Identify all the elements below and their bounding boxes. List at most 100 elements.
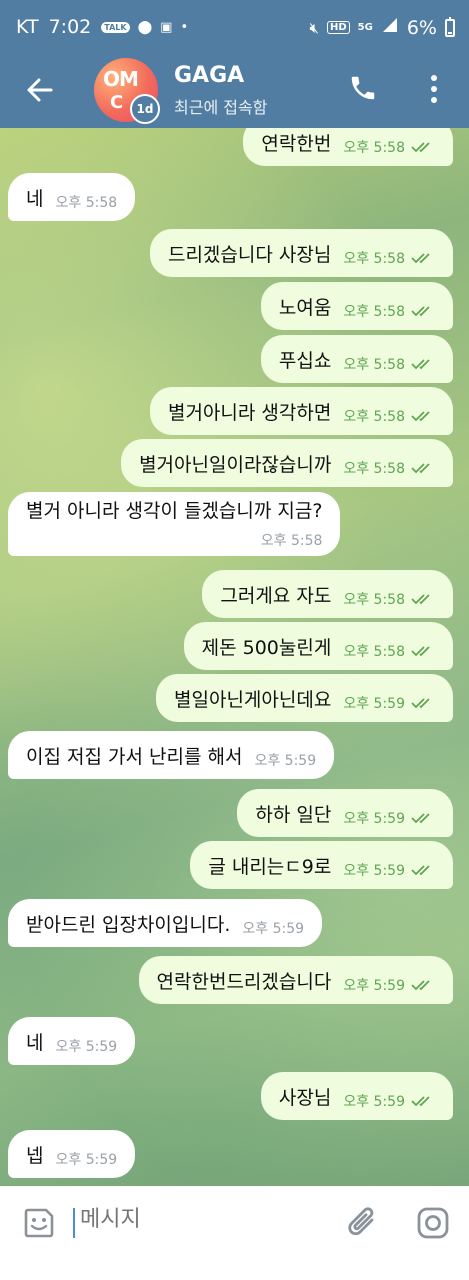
kakaotalk-notification-icon: TALK [101, 21, 130, 33]
message-text: 제돈 500눌린게 [201, 636, 332, 659]
message-text: 네 [26, 187, 44, 210]
message-text: 노여움 [278, 296, 332, 319]
message-bubble-incoming[interactable]: 이집 저집 가서 난리를 해서 오후 5:59 [8, 731, 335, 779]
message-time: 오후 5:59 [55, 1152, 118, 1168]
message-time: 오후 5:58 [343, 357, 405, 373]
message-text: 넵 [26, 1144, 44, 1167]
message-time: 오후 5:59 [55, 1039, 118, 1055]
message-text: 푸십쇼 [278, 349, 332, 372]
message-time: 오후 5:58 [343, 592, 405, 608]
composer-bar [0, 1186, 469, 1260]
message-time: 오후 5:59 [343, 696, 405, 712]
message-bubble-outgoing[interactable]: 글 내리는ㄷ9로 오후 5:59 [190, 841, 453, 889]
message-bubble-incoming[interactable]: 별거 아니라 생각이 들겠습니까 지금? 오후 5:58 [8, 492, 341, 556]
message-text: 받아드린 입장차이입니다. [26, 913, 231, 936]
message-time: 오후 5:58 [343, 251, 405, 267]
message-time: 오후 5:59 [242, 921, 305, 937]
read-checkmarks-icon [411, 698, 430, 709]
read-checkmarks-icon [411, 142, 430, 153]
message-text: 글 내리는ㄷ9로 [208, 855, 332, 878]
message-bubble-outgoing[interactable]: 그러게요 자도 오후 5:58 [202, 570, 453, 618]
paperclip-icon[interactable] [346, 1204, 380, 1242]
message-text: 연락한번드리겠습니다 [156, 970, 332, 993]
dot-icon: • [180, 19, 189, 35]
message-time: 오후 5:58 [343, 304, 405, 320]
read-checkmarks-icon [411, 594, 430, 605]
message-bubble-outgoing[interactable]: 푸십쇼 오후 5:58 [260, 335, 453, 383]
message-bubble-incoming[interactable]: 네 오후 5:58 [8, 173, 136, 221]
message-bubble-outgoing[interactable]: 별일아닌게아닌데요 오후 5:59 [156, 674, 453, 722]
carrier-label: KT [16, 16, 39, 38]
message-text: 하하 일단 [255, 803, 332, 826]
message-time: 오후 5:59 [343, 978, 405, 994]
read-checkmarks-icon [411, 980, 430, 991]
message-time: 오후 5:58 [260, 533, 323, 549]
emoji-icon[interactable] [22, 1206, 56, 1240]
message-bubble-outgoing[interactable]: 사장님 오후 5:59 [260, 1072, 453, 1120]
message-bubble-outgoing[interactable]: 드리겠습니다 사장님 오후 5:58 [149, 229, 453, 277]
message-time: 오후 5:58 [343, 140, 405, 156]
message-bubble-outgoing[interactable]: 하하 일단 오후 5:59 [237, 789, 453, 837]
message-input[interactable] [80, 1206, 320, 1232]
message-time: 오후 5:58 [343, 644, 405, 660]
message-text: 그러게요 자도 [220, 584, 332, 607]
message-time: 오후 5:59 [343, 863, 405, 879]
read-checkmarks-icon [411, 646, 430, 657]
message-text: 드리겠습니다 사장님 [167, 243, 332, 266]
location-icon: ⬤ [137, 19, 153, 35]
message-time: 오후 5:58 [55, 195, 118, 211]
message-bubble-outgoing[interactable]: 제돈 500눌린게 오후 5:58 [183, 622, 453, 670]
system-nav-bar [0, 1260, 469, 1280]
chat-title[interactable]: GAGA [174, 63, 244, 88]
story-badge: 1d [130, 94, 160, 124]
read-checkmarks-icon [411, 306, 430, 317]
message-text: 연락한번 [261, 132, 332, 155]
message-bubble-outgoing[interactable]: 노여움 오후 5:58 [260, 282, 453, 330]
avatar-text: OM [103, 67, 139, 91]
message-time: 오후 5:58 [343, 461, 405, 477]
message-list[interactable]: 연락한번 오후 5:58 네 오후 5:58 드리겠습니다 사장님 오후 5:5… [0, 128, 469, 1186]
message-text: 별일아닌게아닌데요 [174, 688, 332, 711]
network-5g-icon: 5G [357, 21, 373, 33]
message-text: 별거 아니라 생각이 들겠습니까 지금? [26, 500, 323, 522]
phone-icon[interactable] [348, 73, 378, 103]
last-seen-status: 최근에 접속함 [174, 98, 268, 117]
message-bubble-incoming[interactable]: 네 오후 5:59 [8, 1017, 136, 1065]
message-text: 별거아닌일이라잖습니까 [139, 453, 332, 476]
message-bubble-outgoing[interactable]: 연락한번드리겠습니다 오후 5:59 [138, 956, 453, 1004]
message-text: 이집 저집 가서 난리를 해서 [26, 745, 243, 768]
mute-icon: 🔇︎ [309, 18, 319, 37]
read-checkmarks-icon [411, 359, 430, 370]
read-checkmarks-icon [411, 865, 430, 876]
text-cursor [73, 1208, 75, 1238]
message-bubble-outgoing[interactable]: 별거아니라 생각하면 오후 5:58 [149, 387, 453, 435]
message-time: 오후 5:59 [254, 753, 317, 769]
status-bar: KT 7:02 TALK ⬤ ▣ • 🔇︎ HD 5G 6% [0, 0, 469, 56]
read-checkmarks-icon [411, 813, 430, 824]
message-time: 오후 5:59 [343, 811, 405, 827]
read-checkmarks-icon [411, 253, 430, 264]
signal-icon [381, 16, 399, 39]
message-text: 네 [26, 1031, 44, 1054]
status-time: 7:02 [48, 16, 92, 38]
battery-icon [445, 16, 455, 37]
message-text: 별거아니라 생각하면 [167, 401, 332, 424]
read-checkmarks-icon [411, 463, 430, 474]
message-time: 오후 5:58 [343, 409, 405, 425]
camera-icon[interactable] [416, 1206, 450, 1240]
read-checkmarks-icon [411, 1096, 430, 1107]
message-time: 오후 5:59 [343, 1094, 405, 1110]
battery-percent: 6% [406, 16, 437, 39]
chat-header: OM C 1d GAGA 최근에 접속함 [0, 56, 469, 128]
hd-icon: HD [327, 21, 350, 34]
avatar-text-bottom: C [110, 92, 124, 113]
message-bubble-incoming[interactable]: 넵 오후 5:59 [8, 1130, 136, 1178]
image-notification-icon: ▣ [160, 19, 173, 35]
message-text: 사장님 [278, 1086, 332, 1109]
more-vertical-icon[interactable] [424, 72, 444, 106]
message-bubble-outgoing[interactable]: 연락한번 오후 5:58 [243, 128, 453, 166]
message-bubble-outgoing[interactable]: 별거아닌일이라잖습니까 오후 5:58 [121, 439, 453, 487]
message-bubble-incoming[interactable]: 받아드린 입장차이입니다. 오후 5:59 [8, 899, 323, 947]
back-arrow-icon[interactable] [24, 74, 56, 106]
read-checkmarks-icon [411, 411, 430, 422]
